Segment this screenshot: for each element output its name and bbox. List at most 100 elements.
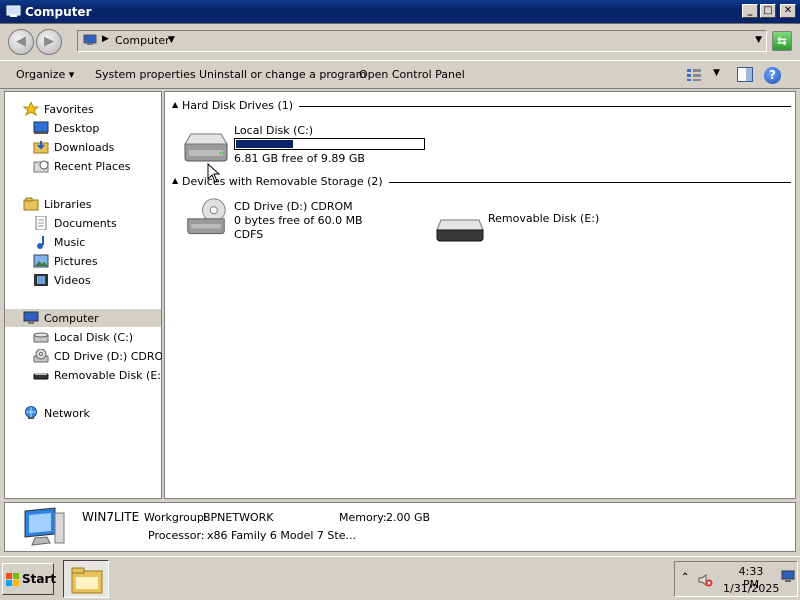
sidebar-label: Desktop	[54, 122, 100, 135]
sidebar-item-local-disk[interactable]: Local Disk (C:)	[5, 328, 161, 346]
address-history-dropdown-icon[interactable]: ▼	[755, 35, 762, 45]
computer-icon	[83, 34, 97, 45]
group-title: Hard Disk Drives (1)	[182, 99, 300, 112]
memory-label: Memory:	[339, 511, 387, 524]
desktop-icon	[33, 121, 49, 134]
open-control-panel-button[interactable]: Open Control Panel	[359, 68, 465, 81]
computer-icon	[23, 311, 39, 324]
sidebar-item-documents[interactable]: Documents	[5, 214, 161, 232]
sidebar-label: CD Drive (D:) CDROM	[54, 350, 173, 363]
downloads-folder-icon	[33, 141, 49, 154]
drive-cd-d[interactable]: CD Drive (D:) CDROM 0 bytes free of 60.0…	[181, 198, 421, 244]
pictures-icon	[33, 254, 49, 268]
navigation-bar: ◀ ▶ ▶ Computer ▼ ▼ ⇆	[0, 25, 800, 57]
clock-date[interactable]: 1/31/2025	[723, 582, 779, 595]
uninstall-program-button[interactable]: Uninstall or change a program	[199, 68, 366, 81]
forward-arrow-icon: ▶	[44, 34, 54, 49]
command-bar: Organize ▾ System properties Uninstall o…	[0, 60, 800, 89]
breadcrumb-dropdown-icon[interactable]: ▼	[168, 35, 175, 45]
drive-name: Local Disk (C:)	[234, 124, 314, 137]
sidebar-label: Network	[44, 407, 90, 420]
file-list-view: ▲ Hard Disk Drives (1) Local Disk (C:) 6…	[164, 91, 796, 499]
sidebar-item-favorites[interactable]: Favorites	[5, 100, 161, 118]
show-hidden-icons-icon[interactable]: ⌃	[681, 572, 689, 583]
sidebar-item-videos[interactable]: Videos	[5, 271, 161, 289]
mouse-cursor-icon	[207, 163, 221, 183]
sidebar-label: Removable Disk (E:)	[54, 369, 166, 382]
computer-monitor-icon	[24, 507, 65, 546]
drive-name: Removable Disk (E:)	[488, 212, 600, 225]
system-properties-button[interactable]: System properties	[95, 68, 196, 81]
drive-free-space: 6.81 GB free of 9.89 GB	[234, 152, 365, 165]
minimize-button[interactable]: _	[742, 4, 758, 18]
group-header-removable-storage[interactable]: ▲ Devices with Removable Storage (2)	[171, 175, 791, 189]
sidebar-item-libraries[interactable]: Libraries	[5, 195, 161, 213]
start-button[interactable]: Start	[2, 563, 56, 595]
volume-muted-icon[interactable]	[697, 572, 713, 588]
drive-free-space: 0 bytes free of 60.0 MB	[234, 214, 363, 227]
back-button[interactable]: ◀	[8, 29, 34, 55]
minimize-icon: _	[747, 5, 753, 16]
network-icon	[25, 406, 37, 419]
preview-pane-button[interactable]	[737, 67, 753, 82]
sidebar-item-cd-drive[interactable]: CD Drive (D:) CDROM	[5, 347, 173, 365]
sidebar-label: Downloads	[54, 141, 115, 154]
sidebar-item-network[interactable]: Network	[5, 404, 161, 422]
cd-drive-icon	[187, 198, 226, 235]
sidebar-label: Libraries	[44, 198, 92, 211]
sidebar-item-recent-places[interactable]: Recent Places	[5, 157, 161, 175]
help-button[interactable]: ?	[764, 67, 781, 84]
documents-icon	[35, 216, 47, 230]
memory-value: 2.00 GB	[386, 511, 431, 524]
view-options-dropdown-icon[interactable]: ▼	[713, 68, 720, 78]
sidebar-label: Local Disk (C:)	[54, 331, 134, 344]
sidebar-item-removable-disk[interactable]: Removable Disk (E:)	[5, 366, 165, 384]
drive-removable-e[interactable]: Removable Disk (E:)	[435, 206, 675, 242]
sidebar-item-desktop[interactable]: Desktop	[5, 119, 161, 137]
removable-disk-icon	[33, 373, 49, 380]
details-pane: WIN7LITE Workgroup: BPNETWORK Memory: 2.…	[4, 502, 796, 552]
organize-button[interactable]: Organize ▾	[16, 68, 74, 81]
taskbar: Start ⌃ 4:33 PM 1/31/2025	[0, 556, 800, 600]
breadcrumb-separator-icon[interactable]: ▶	[102, 34, 109, 44]
group-header-hard-disk-drives[interactable]: ▲ Hard Disk Drives (1)	[171, 99, 791, 113]
sidebar-item-music[interactable]: Music	[5, 233, 161, 251]
folder-icon	[71, 567, 103, 594]
drive-local-disk-c[interactable]: Local Disk (C:) 6.81 GB free of 9.89 GB	[181, 122, 431, 167]
maximize-button[interactable]: □	[760, 4, 776, 18]
navigation-pane: Favorites Desktop Downloads Recent Place…	[4, 91, 173, 499]
address-bar[interactable]: ▶ Computer ▼ ▼	[77, 30, 767, 52]
title-bar: Computer _ □ ✕	[0, 0, 800, 24]
drive-file-system: CDFS	[234, 228, 264, 241]
organize-label: Organize	[16, 68, 66, 81]
close-button[interactable]: ✕	[780, 4, 796, 18]
drive-name: CD Drive (D:) CDROM	[234, 200, 353, 213]
close-icon: ✕	[783, 5, 793, 16]
notification-area: ⌃ 4:33 PM 1/31/2025	[674, 561, 798, 597]
computer-icon	[6, 5, 21, 17]
workgroup-label: Workgroup:	[144, 511, 208, 524]
recent-places-icon	[33, 160, 49, 173]
star-icon	[23, 102, 39, 116]
taskbar-explorer-button[interactable]	[63, 560, 109, 598]
refresh-button[interactable]: ⇆	[772, 31, 792, 51]
sidebar-label: Favorites	[44, 103, 94, 116]
removable-disk-icon	[436, 219, 484, 242]
sidebar-item-downloads[interactable]: Downloads	[5, 138, 161, 156]
sidebar-label: Recent Places	[54, 160, 131, 173]
network-status-icon[interactable]	[781, 570, 795, 584]
sidebar-item-pictures[interactable]: Pictures	[5, 252, 161, 270]
refresh-icon: ⇆	[776, 34, 788, 48]
workgroup-value: BPNETWORK	[203, 511, 274, 524]
breadcrumb-computer[interactable]: Computer	[115, 34, 170, 47]
forward-button[interactable]: ▶	[36, 29, 62, 55]
drive-usage-bar	[234, 138, 425, 150]
window-title: Computer	[25, 5, 92, 19]
sidebar-item-computer[interactable]: Computer	[5, 309, 161, 327]
videos-icon	[34, 274, 48, 286]
change-view-icon[interactable]	[686, 68, 702, 82]
maximize-icon: □	[763, 5, 773, 16]
sidebar-label: Documents	[54, 217, 117, 230]
processor-value: x86 Family 6 Model 7 Ste...	[207, 529, 356, 542]
help-icon: ?	[769, 68, 776, 82]
